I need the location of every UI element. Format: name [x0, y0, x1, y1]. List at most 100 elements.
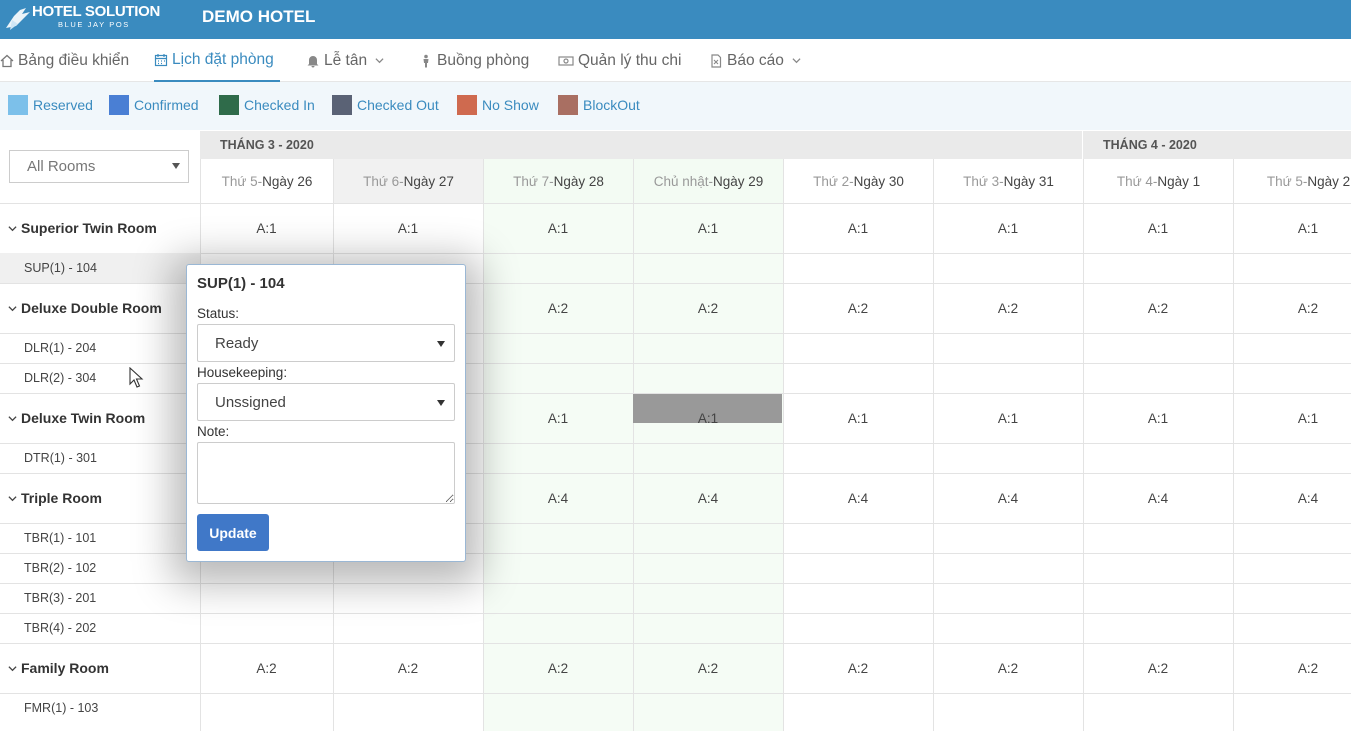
availability-cell[interactable]: A:4: [1083, 473, 1233, 523]
row-divider: [200, 253, 1351, 254]
availability-cell[interactable]: A:1: [1083, 203, 1233, 253]
legend-checked-in[interactable]: Checked In: [219, 94, 315, 116]
logo-subtitle: BLUE JAY POS: [58, 20, 130, 29]
availability-cell[interactable]: A:2: [1233, 283, 1351, 333]
bell-icon: [307, 55, 319, 67]
row-divider: [200, 583, 1351, 584]
room-category[interactable]: Superior Twin Room: [0, 203, 200, 253]
logo-title: HOTEL SOLUTION: [32, 3, 161, 20]
legend-checked-out[interactable]: Checked Out: [332, 94, 439, 116]
room-row-label[interactable]: TBR(4) - 202: [0, 613, 200, 643]
availability-cell[interactable]: A:1: [783, 203, 933, 253]
popup-title: SUP(1) - 104: [197, 275, 285, 292]
chevron-down-icon: [792, 58, 801, 64]
housekeeping-select-value: Unssigned: [215, 393, 286, 411]
availability-cell[interactable]: A:2: [783, 643, 933, 693]
top-bar: HOTEL SOLUTION BLUE JAY POS DEMO HOTEL: [0, 0, 1351, 39]
legend-swatch: [8, 95, 28, 115]
nav-reports[interactable]: Báo cáo: [709, 39, 801, 82]
housekeeping-select[interactable]: Unssigned: [197, 383, 455, 421]
day-header[interactable]: Chủ nhật- Ngày 29: [633, 159, 783, 203]
nav-reception[interactable]: Lễ tân: [306, 39, 384, 82]
logo[interactable]: HOTEL SOLUTION BLUE JAY POS: [4, 2, 160, 36]
availability-cell[interactable]: A:1: [933, 203, 1083, 253]
availability-cell[interactable]: A:2: [933, 283, 1083, 333]
availability-cell[interactable]: A:1: [483, 203, 633, 253]
availability-cell[interactable]: A:1: [633, 393, 783, 443]
nav-booking-calendar[interactable]: Lịch đặt phòng: [154, 39, 280, 82]
availability-cell[interactable]: A:4: [783, 473, 933, 523]
day-date: Ngày 30: [853, 173, 904, 189]
housekeeping-label: Housekeeping:: [197, 365, 288, 380]
room-row-label[interactable]: DLR(1) - 204: [0, 333, 200, 363]
room-row-label[interactable]: DLR(2) - 304: [0, 363, 200, 393]
day-header[interactable]: Thứ 4- Ngày 1: [1083, 159, 1233, 203]
day-of-week: Thứ 3-: [963, 173, 1004, 189]
room-category-name: Deluxe Double Room: [21, 300, 162, 316]
legend-swatch: [457, 95, 477, 115]
availability-cell[interactable]: A:4: [633, 473, 783, 523]
legend-confirmed[interactable]: Confirmed: [109, 94, 199, 116]
legend-swatch: [332, 95, 352, 115]
day-header[interactable]: Thứ 7- Ngày 28: [483, 159, 633, 203]
availability-cell[interactable]: A:2: [633, 643, 783, 693]
availability-cell[interactable]: A:1: [1083, 393, 1233, 443]
availability-cell[interactable]: A:4: [933, 473, 1083, 523]
month-label: THÁNG 3 - 2020: [220, 138, 314, 152]
availability-cell[interactable]: A:2: [1233, 643, 1351, 693]
room-category[interactable]: Deluxe Double Room: [0, 283, 200, 333]
availability-cell[interactable]: A:4: [1233, 473, 1351, 523]
availability-cell[interactable]: A:1: [933, 393, 1083, 443]
month-label: THÁNG 4 - 2020: [1103, 138, 1197, 152]
availability-cell[interactable]: A:2: [1083, 283, 1233, 333]
availability-cell[interactable]: A:2: [633, 283, 783, 333]
room-row-label[interactable]: FMR(1) - 103: [0, 693, 200, 723]
legend-no-show[interactable]: No Show: [457, 94, 539, 116]
nav-income-expense[interactable]: Quản lý thu chi: [558, 39, 681, 82]
room-row-label[interactable]: DTR(1) - 301: [0, 443, 200, 473]
status-label: Status:: [197, 306, 240, 321]
availability-cell[interactable]: A:1: [483, 393, 633, 443]
availability-cell[interactable]: A:4: [483, 473, 633, 523]
note-textarea[interactable]: [197, 442, 455, 504]
availability-cell[interactable]: A:2: [783, 283, 933, 333]
legend-label: Checked In: [244, 97, 315, 113]
availability-cell[interactable]: A:1: [1233, 203, 1351, 253]
availability-cell[interactable]: A:2: [483, 643, 633, 693]
room-row-label[interactable]: TBR(3) - 201: [0, 583, 200, 613]
day-header[interactable]: Thứ 3- Ngày 31: [933, 159, 1083, 203]
legend-reserved[interactable]: Reserved: [8, 94, 93, 116]
room-row-label[interactable]: TBR(2) - 102: [0, 553, 200, 583]
availability-cell[interactable]: A:2: [933, 643, 1083, 693]
room-row-label[interactable]: SUP(1) - 104: [0, 253, 200, 283]
room-category[interactable]: Triple Room: [0, 473, 200, 523]
availability-cell[interactable]: A:1: [1233, 393, 1351, 443]
room-category-name: Superior Twin Room: [21, 220, 157, 236]
day-header[interactable]: Thứ 2- Ngày 30: [783, 159, 933, 203]
legend-label: No Show: [482, 97, 539, 113]
month-divider: [1082, 131, 1083, 159]
availability-cell[interactable]: A:1: [783, 393, 933, 443]
status-select[interactable]: Ready: [197, 324, 455, 362]
day-header[interactable]: Thứ 6- Ngày 27: [333, 159, 483, 203]
availability-cell[interactable]: A:1: [333, 203, 483, 253]
availability-cell[interactable]: A:2: [333, 643, 483, 693]
availability-cell[interactable]: A:2: [483, 283, 633, 333]
room-category[interactable]: Family Room: [0, 643, 200, 693]
availability-cell[interactable]: A:1: [633, 203, 783, 253]
day-header[interactable]: Thứ 5- Ngày 2: [1233, 159, 1351, 203]
room-row-label[interactable]: TBR(1) - 101: [0, 523, 200, 553]
nav-housekeeping[interactable]: Buồng phòng: [419, 39, 529, 82]
availability-cell[interactable]: A:2: [1083, 643, 1233, 693]
availability-cell[interactable]: A:2: [200, 643, 333, 693]
legend-blockout[interactable]: BlockOut: [558, 94, 640, 116]
update-button[interactable]: Update: [197, 514, 269, 551]
availability-cell[interactable]: A:1: [200, 203, 333, 253]
room-category[interactable]: Deluxe Twin Room: [0, 393, 200, 443]
day-header[interactable]: Thứ 5- Ngày 26: [200, 159, 333, 203]
day-of-week: Thứ 7-: [513, 173, 554, 189]
room-filter-select[interactable]: All Rooms: [9, 150, 189, 183]
chevron-down-icon: [8, 665, 17, 671]
nav-reception-label: Lễ tân: [324, 51, 368, 69]
nav-dashboard[interactable]: Bảng điều khiển: [0, 39, 129, 82]
